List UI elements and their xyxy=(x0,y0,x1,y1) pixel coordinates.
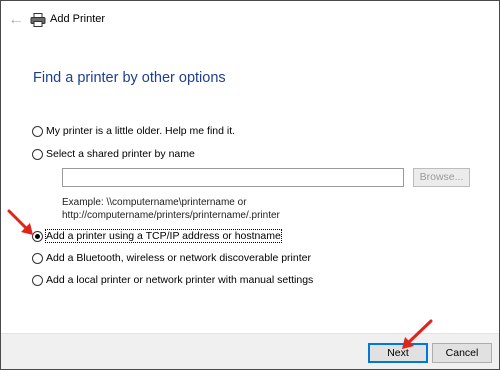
option-shared-printer[interactable]: Select a shared printer by name xyxy=(32,147,195,161)
radio-button[interactable] xyxy=(32,274,43,286)
option-label: Select a shared printer by name xyxy=(46,148,195,160)
option-label: My printer is a little older. Help me fi… xyxy=(46,125,236,137)
page-heading: Find a printer by other options xyxy=(33,70,226,86)
option-local-manual[interactable]: Add a local printer or network printer w… xyxy=(32,273,313,287)
title-bar: ← Add Printer xyxy=(1,1,499,39)
example-text: Example: \\computername\printername or h… xyxy=(62,196,280,222)
example-line-2: http://computername/printers/printername… xyxy=(62,210,280,221)
printer-icon xyxy=(30,13,46,27)
window-title: Add Printer xyxy=(50,13,106,25)
option-older-printer[interactable]: My printer is a little older. Help me fi… xyxy=(32,124,235,138)
option-bluetooth-wireless[interactable]: Add a Bluetooth, wireless or network dis… xyxy=(32,251,311,265)
radio-button[interactable] xyxy=(32,252,43,264)
shared-printer-name-input[interactable] xyxy=(62,168,404,187)
option-label: Add a Bluetooth, wireless or network dis… xyxy=(46,252,311,264)
option-tcpip[interactable]: Add a printer using a TCP/IP address or … xyxy=(32,229,282,243)
option-label: Add a local printer or network printer w… xyxy=(46,274,314,286)
radio-button[interactable] xyxy=(32,125,43,137)
radio-button[interactable] xyxy=(32,148,43,160)
annotation-arrow-icon xyxy=(402,319,433,349)
browse-button[interactable]: Browse... xyxy=(413,168,470,187)
back-arrow-icon[interactable]: ← xyxy=(7,11,25,29)
option-label: Add a printer using a TCP/IP address or … xyxy=(45,229,282,243)
cancel-button[interactable]: Cancel xyxy=(432,343,492,363)
example-line-1: Example: \\computername\printername or xyxy=(62,197,247,208)
annotation-arrow-icon xyxy=(7,209,33,235)
